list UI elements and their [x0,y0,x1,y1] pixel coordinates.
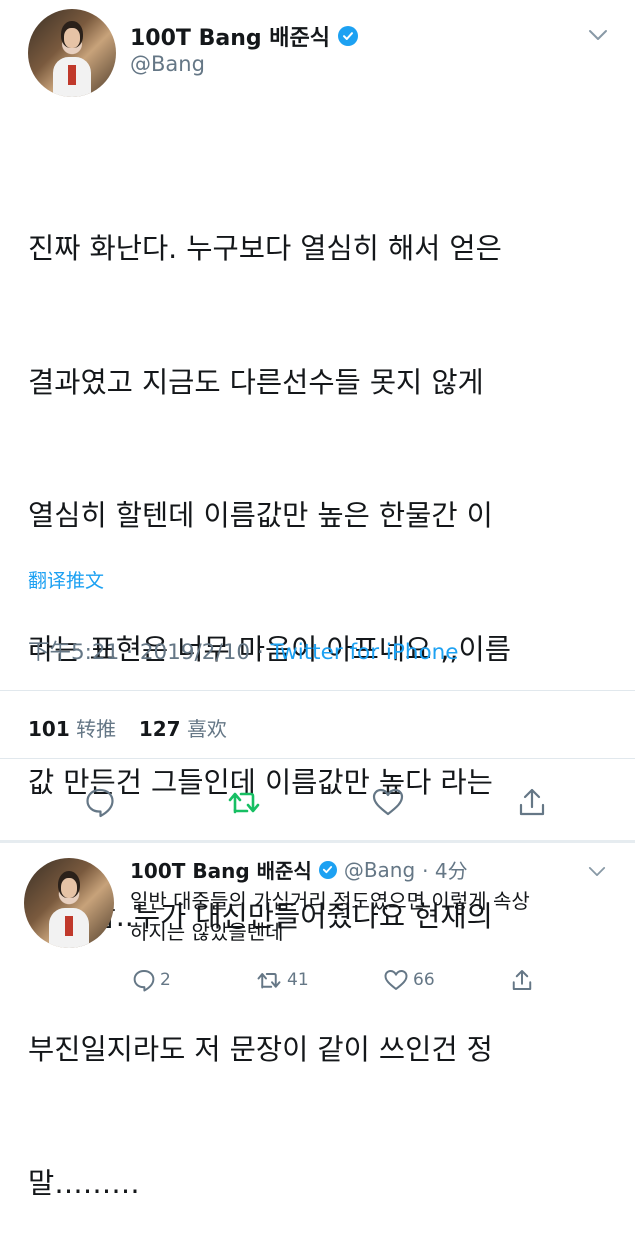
reply-icon [86,788,114,818]
retweet-button[interactable] [222,780,266,824]
like-icon [372,788,404,816]
like-icon [384,970,408,990]
tweet-header: 100T Bang 배준식 @Bang [0,0,635,100]
chevron-down-icon[interactable] [588,26,608,45]
share-icon [519,788,545,816]
tweet-date: 2019/2/10 [139,640,251,665]
tweet-action-bar [0,780,635,824]
reply-like-count: 66 [413,970,435,990]
tweet-meta: 下午5:21 · 2019/2/10 · Twitter for iPhone [28,635,458,666]
retweet-count: 101 [28,717,70,741]
tweet-text-line: 결과였고 지금도 다른선수들 못지 않게 [28,365,484,399]
tweet-text-line: 부진일지라도 저 문장이 같이 쓰인건 정 [28,1033,493,1066]
reply-author-handle[interactable]: @Bang [344,858,415,882]
retweet-icon [257,973,281,989]
tweet-source-link[interactable]: Twitter for iPhone [271,640,459,665]
tweet-text-line: 진짜 화난다. 누구보다 열심히 해서 얻은 [28,232,502,265]
share-button[interactable] [510,780,554,824]
divider [0,758,635,759]
like-stat-label: 喜欢 [186,717,227,741]
thread-divider [0,840,635,843]
reply-retweet-button[interactable]: 41 [255,968,309,992]
translate-tweet-link[interactable]: 翻译推文 [28,566,104,593]
like-button[interactable] [366,780,410,824]
reply-count: 2 [160,970,171,990]
retweet-stat[interactable]: 101 转推 [28,717,116,741]
reply-avatar[interactable] [24,858,114,948]
meta-separator: · [256,640,264,665]
reply-share-button[interactable] [510,968,534,992]
tweet-text-line: 말……… [28,1166,140,1200]
divider [0,690,635,691]
reply-text-line: 일반 대중들의 가십거리 정도였으면 이렇게 속상 [130,889,530,913]
verified-badge-icon [338,26,358,46]
tweet-stats: 101 转推 127 喜欢 [28,713,227,742]
chevron-down-icon[interactable] [588,862,606,881]
reply-text: 일반 대중들의 가십거리 정도였으면 이렇게 속상 하지는 않았을텐데 [130,886,620,948]
reply-retweet-count: 41 [287,970,309,990]
reply-author-name[interactable]: 100T Bang 배준식 [130,855,312,884]
tweet-time: 下午5:21 [28,640,120,665]
tweet-text-line: 열심히 할텐데 이름값만 높은 한물간 이 [28,499,493,532]
reply-action-bar: 2 41 66 [130,968,610,998]
share-icon [512,970,532,990]
avatar[interactable] [28,9,116,97]
reply-button[interactable] [78,780,122,824]
like-stat[interactable]: 127 喜欢 [139,717,227,741]
tweet-text: 진짜 화난다. 누구보다 열심히 해서 얻은 결과였고 지금도 다른선수들 못지… [28,138,608,1251]
reply-header: 100T Bang 배준식 @Bang · 4分 [130,855,468,884]
reply-text-line: 하지는 않았을텐데 [130,920,284,944]
like-count: 127 [138,717,181,741]
retweet-stat-label: 转推 [76,717,117,741]
reply-like-button[interactable]: 66 [383,968,435,992]
meta-separator: · [126,640,133,665]
reply-reply-button[interactable]: 2 [132,968,171,992]
author-display-name[interactable]: 100T Bang 배준식 [130,20,330,52]
retweet-icon [228,792,260,814]
verified-badge-icon [318,860,337,879]
reply-icon [133,970,155,992]
author-name-row[interactable]: 100T Bang 배준식 [130,20,358,52]
author-handle[interactable]: @Bang [130,52,205,76]
reply-age: · 4分 [422,859,468,883]
